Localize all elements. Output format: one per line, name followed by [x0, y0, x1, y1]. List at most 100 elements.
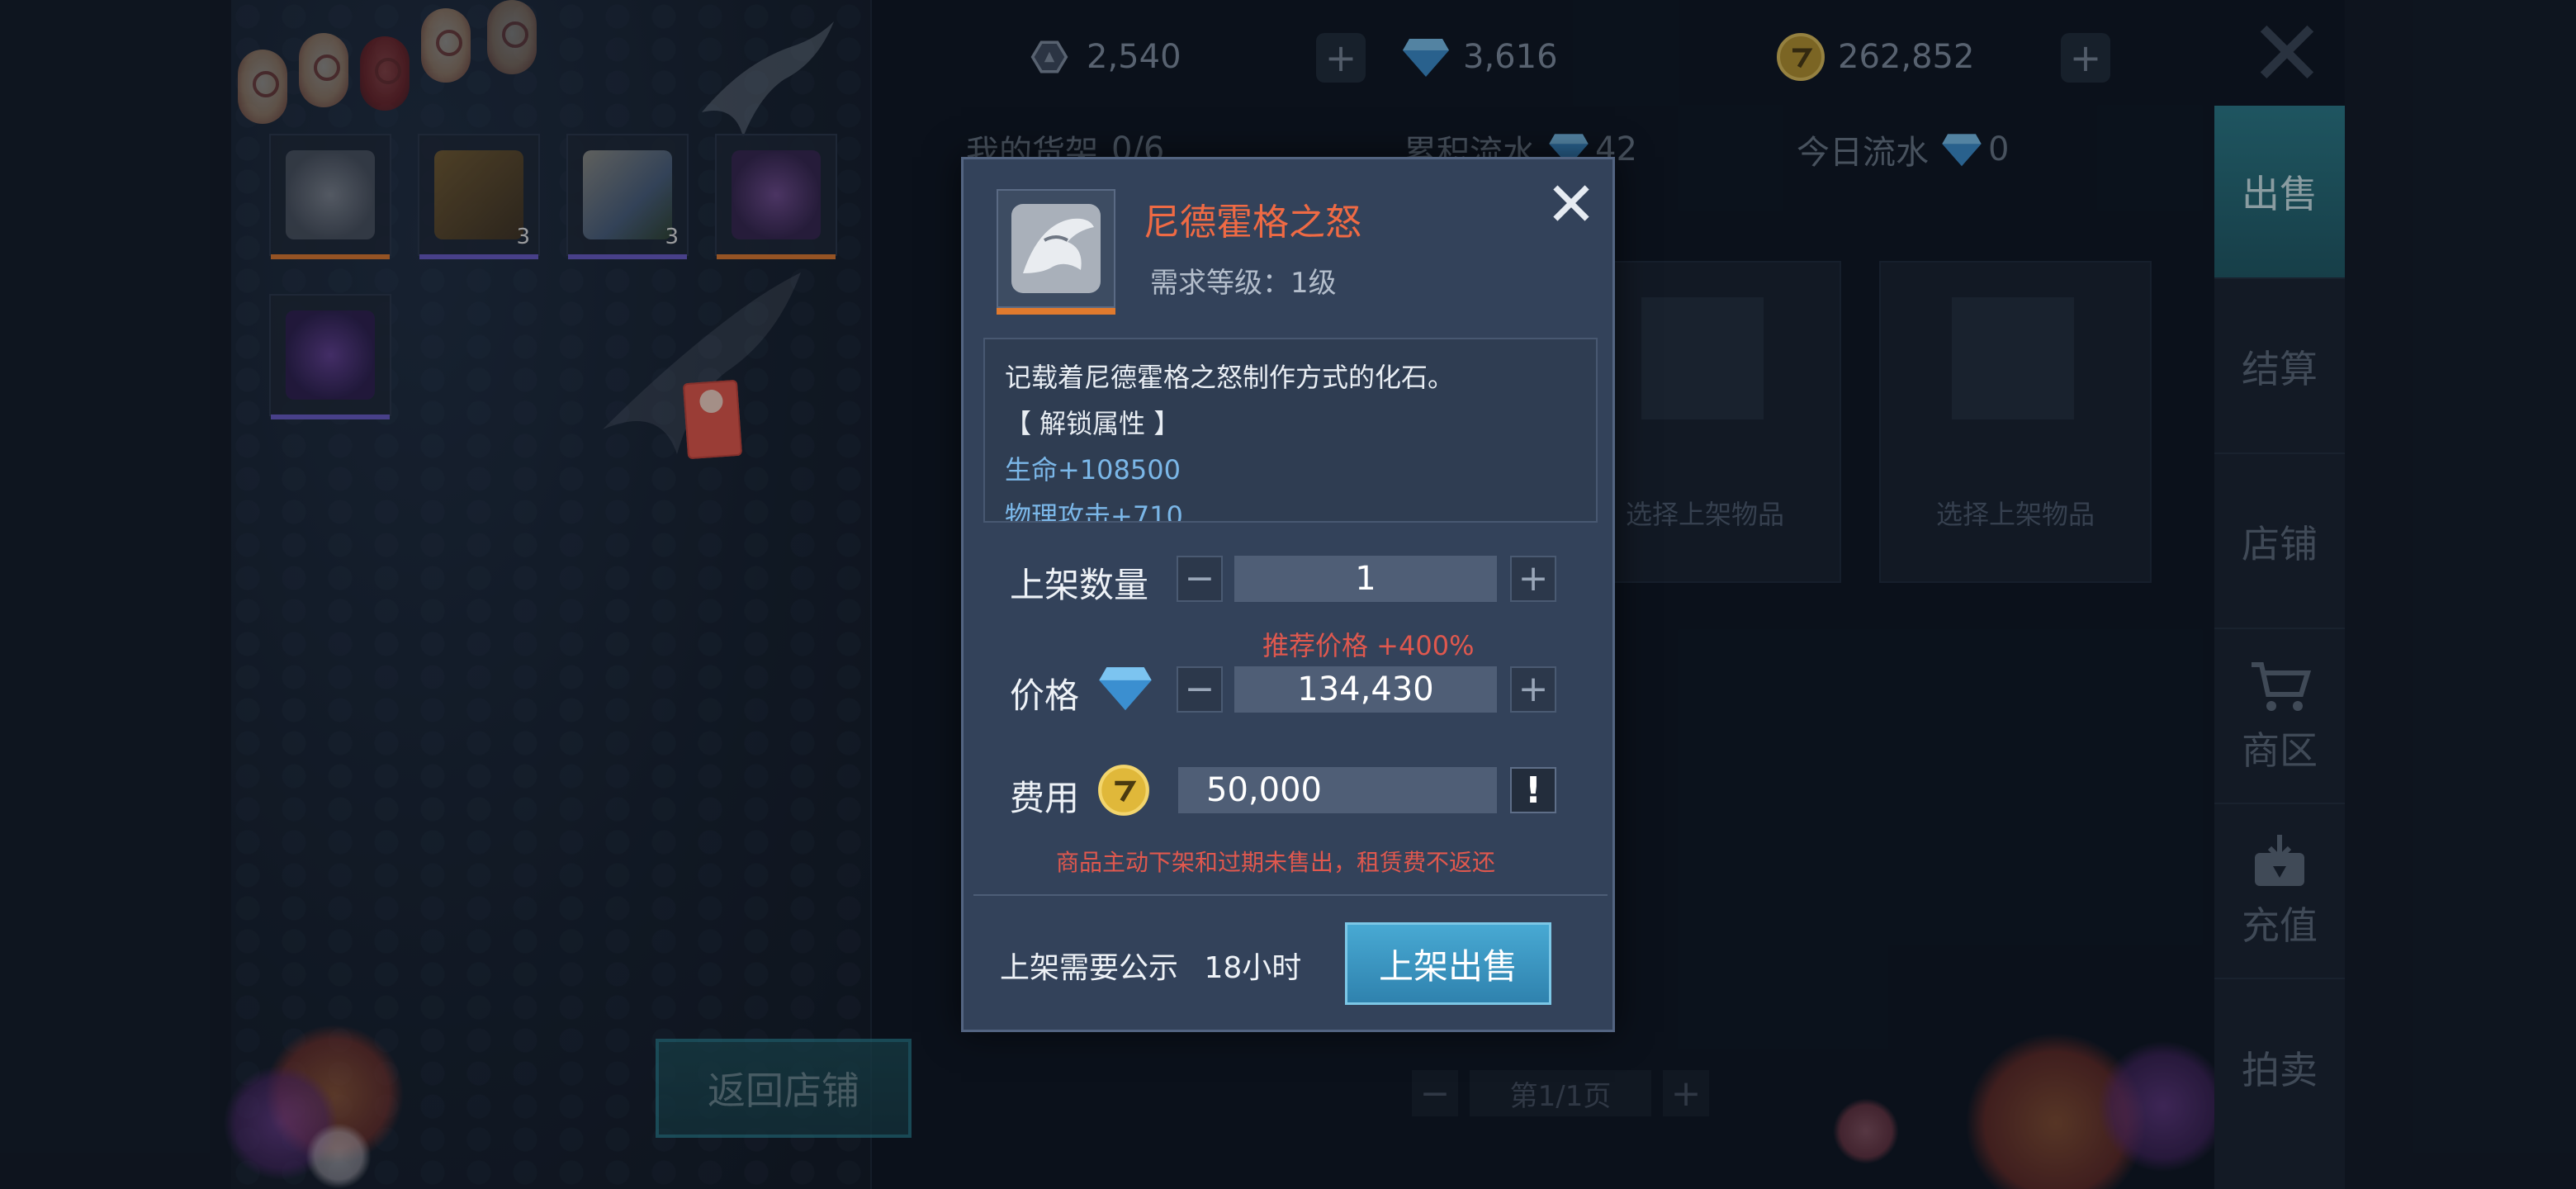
nav-item-sell[interactable]: 出售	[2214, 106, 2345, 279]
nav-item-shop[interactable]: 店铺	[2214, 456, 2345, 629]
inventory-slot[interactable]: 3	[566, 134, 689, 259]
publicity-label: 上架需要公示	[1000, 951, 1179, 985]
pager: − 第1/1页 +	[1412, 1070, 1709, 1116]
diamond-icon	[1097, 663, 1153, 716]
left-letterbox	[0, 0, 231, 1189]
gold-value: 262,852	[1838, 38, 1975, 76]
gold-coin-icon	[1097, 764, 1150, 820]
currency-gold: 262,852	[1775, 28, 1974, 86]
attribute-line: 物理攻击+710	[1005, 500, 1183, 523]
recommended-price-hint: 推荐价格 +400%	[1262, 630, 1475, 661]
gold-coin-icon	[1775, 31, 1826, 83]
diamond-icon	[1940, 131, 1983, 168]
lantern-decoration	[487, 0, 537, 74]
inventory-slot[interactable]	[269, 294, 391, 419]
item-icon-frame	[997, 189, 1115, 315]
publicity-time: 18小时	[1204, 951, 1302, 985]
nav-item-label: 拍卖	[2242, 1048, 2318, 1092]
rarity-bar	[717, 254, 836, 259]
attribute-line: 生命+108500	[1005, 454, 1181, 486]
potion-item-icon	[286, 310, 375, 400]
right-letterbox	[2345, 0, 2576, 1189]
quantity-increase-button[interactable]: +	[1510, 556, 1556, 602]
flower-decoration	[1833, 1098, 1899, 1164]
lantern-decoration	[238, 50, 287, 124]
inventory-slot[interactable]: 3	[418, 134, 540, 259]
close-screen-icon[interactable]: ✕	[2246, 8, 2328, 99]
divider	[973, 894, 1608, 896]
nav-item-settle[interactable]: 结算	[2214, 281, 2345, 454]
fossil-item-icon	[286, 150, 375, 239]
fee-notice: 商品主动下架和过期未售出，租赁费不返还	[1056, 849, 1496, 876]
fee-label: 费用	[1010, 778, 1080, 818]
inventory-slot[interactable]	[269, 134, 391, 259]
nav-item-label: 充值	[2242, 903, 2318, 948]
points-value: 2,540	[1087, 38, 1181, 76]
scroll-item-icon	[434, 150, 523, 239]
empty-slot	[1641, 297, 1764, 419]
flower-decoration	[2097, 1040, 2229, 1172]
item-requirement: 需求等级：1级	[1150, 267, 1337, 300]
inventory-panel: 3 3 返回店铺	[223, 0, 912, 1189]
nav-item-auction[interactable]: 拍卖	[2214, 981, 2345, 1154]
prev-page-button[interactable]: −	[1412, 1070, 1458, 1116]
rarity-bar	[997, 308, 1115, 315]
add-points-button[interactable]: +	[1316, 33, 1366, 83]
currency-points: 2,540	[1024, 28, 1181, 86]
quantity-decrease-button[interactable]: −	[1177, 556, 1223, 602]
lantern-decoration	[360, 36, 410, 111]
fee-info-icon[interactable]: !	[1510, 767, 1556, 813]
empty-slot	[1952, 297, 2074, 419]
add-gold-button[interactable]: +	[2061, 33, 2110, 83]
description-line: 【 解锁属性 】	[1005, 408, 1181, 439]
rarity-bar	[271, 414, 390, 419]
flower-decoration	[305, 1123, 372, 1189]
item-description[interactable]: 记载着尼德霍格之怒制作方式的化石。 【 解锁属性 】 生命+108500 物理攻…	[983, 338, 1598, 523]
quantity-label: 上架数量	[1010, 565, 1149, 605]
sell-item-dialog: 尼德霍格之怒 需求等级：1级 ✕ 记载着尼德霍格之怒制作方式的化石。 【 解锁属…	[961, 157, 1615, 1032]
page-indicator: 第1/1页	[1470, 1070, 1651, 1116]
points-icon	[1024, 31, 1075, 83]
nav-item-label: 结算	[2242, 347, 2318, 391]
close-icon[interactable]: ✕	[1541, 174, 1601, 237]
fossil-icon	[1011, 204, 1101, 293]
diamond-value: 3,616	[1463, 38, 1558, 76]
back-to-shop-button[interactable]: 返回店铺	[656, 1039, 912, 1138]
today-flow-label: 今日流水	[1797, 134, 1929, 172]
rarity-bar	[568, 254, 687, 259]
nav-item-label: 商区	[2242, 728, 2318, 773]
red-envelope-icon[interactable]	[682, 379, 743, 460]
rarity-bar	[271, 254, 390, 259]
listing-slot-label: 选择上架物品	[1935, 499, 2095, 530]
next-page-button[interactable]: +	[1663, 1070, 1709, 1116]
nav-item-label: 出售	[2242, 172, 2318, 216]
painting-item-icon	[583, 150, 672, 239]
right-nav: 出售 结算 店铺 商区 充值 拍卖	[2214, 106, 2345, 1189]
item-quantity: 3	[665, 225, 679, 249]
nav-item-market[interactable]: 商区	[2214, 631, 2345, 804]
price-increase-button[interactable]: +	[1510, 666, 1556, 713]
currency-diamond: 3,616	[1400, 28, 1558, 86]
item-quantity: 3	[516, 225, 530, 249]
lantern-decoration	[421, 8, 471, 83]
cart-icon	[2247, 658, 2313, 716]
diamond-icon	[1400, 31, 1451, 83]
inventory-slot[interactable]	[715, 134, 837, 259]
lantern-decoration	[299, 33, 348, 107]
price-input[interactable]: 134,430	[1234, 666, 1497, 713]
fee-value: 50,000	[1178, 767, 1497, 813]
listing-slot-card[interactable]: 选择上架物品	[1879, 261, 2152, 583]
item-name: 尼德霍格之怒	[1144, 201, 1361, 244]
today-flow-value: 0	[1988, 130, 2010, 168]
nav-item-recharge[interactable]: 充值	[2214, 806, 2345, 979]
nav-item-label: 店铺	[2242, 522, 2318, 566]
rarity-bar	[419, 254, 538, 259]
list-for-sale-button[interactable]: 上架出售	[1345, 922, 1551, 1005]
today-flow-stat: 今日流水 0	[1797, 126, 2009, 173]
publicity-info: 上架需要公示 18小时	[1000, 944, 1301, 987]
description-line: 记载着尼德霍格之怒制作方式的化石。	[1005, 362, 1455, 393]
recharge-icon	[2247, 833, 2313, 891]
quantity-input[interactable]: 1	[1234, 556, 1497, 602]
price-decrease-button[interactable]: −	[1177, 666, 1223, 713]
price-label: 价格	[1010, 675, 1080, 716]
